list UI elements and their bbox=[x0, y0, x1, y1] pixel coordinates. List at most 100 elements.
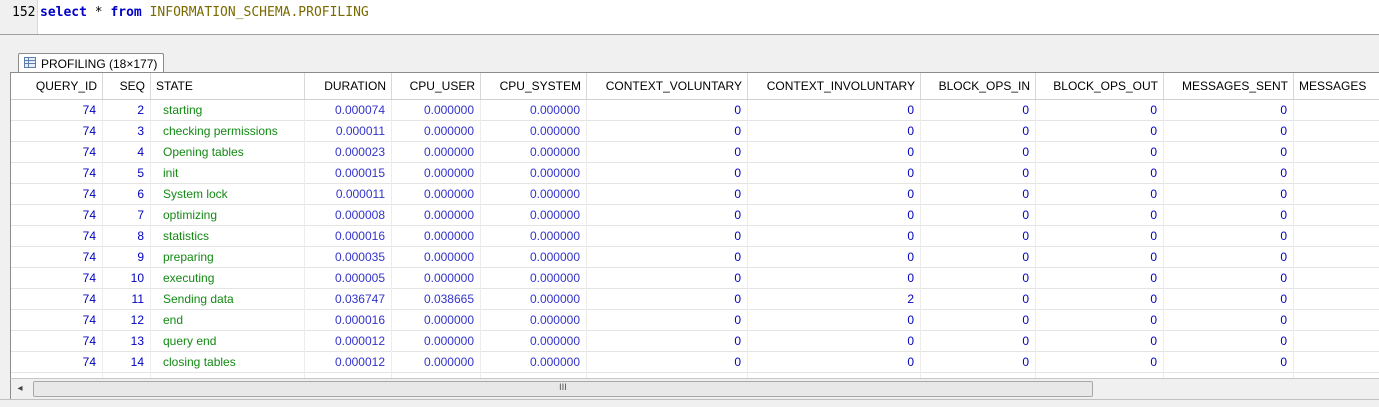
table-cell[interactable]: 0 bbox=[1164, 226, 1294, 247]
table-cell[interactable]: 0 bbox=[1164, 121, 1294, 142]
table-cell[interactable]: 0.000000 bbox=[392, 163, 481, 184]
table-cell[interactable]: 4 bbox=[103, 142, 151, 163]
table-cell[interactable]: 0.000000 bbox=[392, 142, 481, 163]
table-cell[interactable]: 0.000000 bbox=[392, 184, 481, 205]
table-cell[interactable]: 0 bbox=[921, 121, 1036, 142]
table-cell[interactable]: 0 bbox=[1164, 205, 1294, 226]
table-cell[interactable]: 0.000000 bbox=[481, 352, 587, 373]
table-cell[interactable]: 0.000015 bbox=[305, 163, 392, 184]
table-cell[interactable]: 0 bbox=[587, 142, 748, 163]
table-cell[interactable]: 0 bbox=[1036, 310, 1164, 331]
column-header-cpu-user[interactable]: CPU_USER bbox=[392, 73, 481, 99]
table-cell[interactable]: 0 bbox=[1036, 163, 1164, 184]
table-cell[interactable]: 0.000023 bbox=[305, 142, 392, 163]
table-cell[interactable]: optimizing bbox=[151, 205, 305, 226]
table-cell[interactable]: 6 bbox=[103, 184, 151, 205]
table-cell[interactable]: 0.000000 bbox=[481, 205, 587, 226]
sql-query-line[interactable]: select * from INFORMATION_SCHEMA.PROFILI… bbox=[40, 5, 369, 21]
table-cell[interactable]: 74 bbox=[11, 184, 103, 205]
table-cell[interactable]: 0.000005 bbox=[305, 268, 392, 289]
table-cell[interactable]: 0 bbox=[1164, 268, 1294, 289]
table-cell[interactable]: 0 bbox=[748, 184, 921, 205]
table-cell[interactable]: 0 bbox=[1036, 289, 1164, 310]
table-cell[interactable]: 0 bbox=[1164, 184, 1294, 205]
table-cell[interactable]: 7 bbox=[103, 205, 151, 226]
table-row[interactable]: 74 12 end 0.000016 0.000000 0.000000 0 0 0 0 0 bbox=[11, 310, 1379, 331]
table-cell[interactable]: 0 bbox=[748, 310, 921, 331]
table-cell[interactable]: Sending data bbox=[151, 289, 305, 310]
table-cell[interactable]: 0 bbox=[587, 268, 748, 289]
table-cell[interactable]: 14 bbox=[103, 352, 151, 373]
table-cell[interactable]: 3 bbox=[103, 121, 151, 142]
column-header-cpu-system[interactable]: CPU_SYSTEM bbox=[481, 73, 587, 99]
table-row[interactable]: 74 11 Sending data 0.036747 0.038665 0.000000… bbox=[11, 289, 1379, 310]
table-cell[interactable]: 0 bbox=[1036, 352, 1164, 373]
table-cell[interactable]: 74 bbox=[11, 121, 103, 142]
table-cell[interactable]: 12 bbox=[103, 310, 151, 331]
table-cell[interactable]: 0 bbox=[1036, 121, 1164, 142]
table-row[interactable]: 74 9 preparing 0.000035 0.000000 0.000000 0 0 0 0… bbox=[11, 247, 1379, 268]
table-cell[interactable]: 2 bbox=[748, 289, 921, 310]
table-cell[interactable]: 0.000011 bbox=[305, 184, 392, 205]
table-cell[interactable]: 0 bbox=[1036, 268, 1164, 289]
table-cell[interactable]: 74 bbox=[11, 226, 103, 247]
table-cell[interactable]: 0.000011 bbox=[305, 121, 392, 142]
table-cell[interactable] bbox=[1294, 121, 1379, 142]
table-cell[interactable]: 0.000000 bbox=[392, 226, 481, 247]
table-cell[interactable]: preparing bbox=[151, 247, 305, 268]
table-cell[interactable]: 0 bbox=[748, 352, 921, 373]
table-cell[interactable]: 0 bbox=[921, 226, 1036, 247]
table-cell[interactable]: 0 bbox=[1164, 331, 1294, 352]
table-row[interactable]: 74 5 init 0.000015 0.000000 0.000000 0 0 0 0 0 bbox=[11, 163, 1379, 184]
table-cell[interactable]: 0.000000 bbox=[392, 268, 481, 289]
table-cell[interactable]: 0.000000 bbox=[392, 331, 481, 352]
table-cell[interactable]: 0 bbox=[748, 331, 921, 352]
table-cell[interactable]: 0 bbox=[748, 247, 921, 268]
table-cell[interactable] bbox=[1294, 184, 1379, 205]
table-cell[interactable]: 0.000000 bbox=[392, 352, 481, 373]
table-cell[interactable]: 0 bbox=[1036, 331, 1164, 352]
table-cell[interactable]: 0 bbox=[587, 310, 748, 331]
table-cell[interactable]: 0.000016 bbox=[305, 310, 392, 331]
table-cell[interactable]: 74 bbox=[11, 100, 103, 121]
table-cell[interactable]: 0 bbox=[587, 184, 748, 205]
table-cell[interactable]: 10 bbox=[103, 268, 151, 289]
result-tab-profiling[interactable]: PROFILING (18×177) bbox=[18, 53, 164, 72]
table-cell[interactable]: 11 bbox=[103, 289, 151, 310]
table-cell[interactable]: 0 bbox=[1164, 100, 1294, 121]
table-cell[interactable]: 74 bbox=[11, 205, 103, 226]
table-cell[interactable] bbox=[1294, 247, 1379, 268]
table-cell[interactable]: 0 bbox=[748, 121, 921, 142]
table-row[interactable]: 74 13 query end 0.000012 0.000000 0.000000 0 0 0… bbox=[11, 331, 1379, 352]
table-cell[interactable]: statistics bbox=[151, 226, 305, 247]
table-cell[interactable]: 0 bbox=[921, 100, 1036, 121]
table-cell[interactable]: 74 bbox=[11, 352, 103, 373]
table-cell[interactable]: 0.000000 bbox=[481, 121, 587, 142]
table-cell[interactable]: 13 bbox=[103, 331, 151, 352]
table-cell[interactable]: 0 bbox=[1036, 100, 1164, 121]
table-cell[interactable]: 0.000000 bbox=[481, 142, 587, 163]
table-cell[interactable]: 74 bbox=[11, 310, 103, 331]
table-cell[interactable] bbox=[1294, 205, 1379, 226]
table-cell[interactable]: 0 bbox=[1036, 205, 1164, 226]
table-cell[interactable]: 0.000016 bbox=[305, 226, 392, 247]
horizontal-scrollbar[interactable]: ◂ III bbox=[10, 378, 1379, 399]
table-cell[interactable]: 0 bbox=[1164, 352, 1294, 373]
table-cell[interactable]: 0 bbox=[921, 352, 1036, 373]
table-cell[interactable]: 74 bbox=[11, 268, 103, 289]
table-cell[interactable]: checking permissions bbox=[151, 121, 305, 142]
table-cell[interactable]: 0.000000 bbox=[481, 331, 587, 352]
column-header-messages[interactable]: MESSAGES bbox=[1294, 73, 1379, 99]
column-header-query-id[interactable]: QUERY_ID bbox=[11, 73, 103, 99]
table-cell[interactable]: 0.000000 bbox=[481, 184, 587, 205]
table-cell[interactable]: 0 bbox=[1036, 226, 1164, 247]
table-cell[interactable]: 0 bbox=[748, 142, 921, 163]
table-cell[interactable]: 0 bbox=[1036, 247, 1164, 268]
sql-editor[interactable]: 152 select * from INFORMATION_SCHEMA.PRO… bbox=[0, 0, 1379, 35]
table-row[interactable]: 74 6 System lock 0.000011 0.000000 0.000000 0 0… bbox=[11, 184, 1379, 205]
table-cell[interactable]: executing bbox=[151, 268, 305, 289]
table-cell[interactable]: 0 bbox=[748, 226, 921, 247]
table-row[interactable]: 74 4 Opening tables 0.000023 0.000000 0.00000… bbox=[11, 142, 1379, 163]
column-header-seq[interactable]: SEQ bbox=[103, 73, 151, 99]
table-cell[interactable]: 0 bbox=[921, 310, 1036, 331]
